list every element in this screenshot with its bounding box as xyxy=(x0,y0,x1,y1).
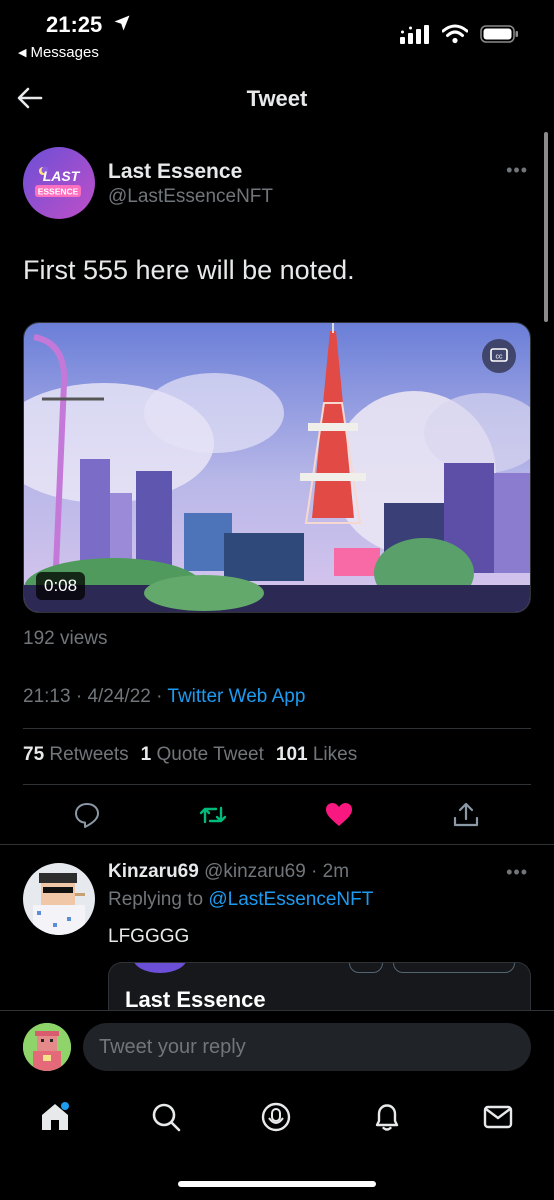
reply-more-options-icon[interactable]: ••• xyxy=(506,862,528,883)
reply-age: 2m xyxy=(322,861,350,882)
retweets-stat[interactable]: 75 Retweets xyxy=(23,744,129,766)
like-icon[interactable] xyxy=(324,800,354,830)
divider xyxy=(23,784,531,785)
retweet-icon[interactable] xyxy=(198,800,228,830)
meta-separator: · xyxy=(305,861,323,882)
search-icon[interactable] xyxy=(149,1100,183,1134)
status-time: 21:25 xyxy=(46,12,103,37)
likes-count: 101 xyxy=(275,744,308,765)
quoted-icon-button xyxy=(349,963,383,973)
quote-stat[interactable]: 1 Quote Tweet xyxy=(141,744,264,766)
top-nav: Tweet xyxy=(0,76,554,120)
reply-icon[interactable] xyxy=(72,800,102,830)
video-duration: 0:08 xyxy=(36,572,86,600)
reply-input[interactable] xyxy=(83,1023,531,1071)
location-arrow-icon xyxy=(114,15,130,31)
likes-label: Likes xyxy=(312,744,358,765)
likes-stat[interactable]: 101 Likes xyxy=(276,744,357,766)
reply-author-handle[interactable]: @kinzaru69 xyxy=(204,861,306,882)
tweet-text: First 555 here will be noted. xyxy=(23,255,355,285)
reply-author-name[interactable]: Kinzaru69 xyxy=(108,861,199,882)
retweets-count: 75 xyxy=(23,744,45,765)
share-icon[interactable] xyxy=(451,800,481,830)
meta-separator: · xyxy=(150,686,168,707)
tweet-actions xyxy=(0,796,554,836)
reply-header: Kinzaru69 @kinzaru69 · 2m xyxy=(108,861,349,883)
replying-to-mention[interactable]: @LastEssenceNFT xyxy=(208,889,373,910)
svg-text:cc: cc xyxy=(496,354,504,361)
quote-count: 1 xyxy=(140,744,152,765)
quoted-avatar xyxy=(133,963,187,973)
battery-icon xyxy=(480,25,518,43)
author-name[interactable]: Last Essence xyxy=(108,160,242,184)
home-icon[interactable] xyxy=(38,1100,72,1134)
wifi-icon xyxy=(442,24,468,44)
quoted-tweet-card[interactable]: Last Essence xyxy=(108,962,531,1014)
svg-text:ESSENCE: ESSENCE xyxy=(38,187,79,197)
replying-to: Replying to @LastEssenceNFT xyxy=(108,889,373,911)
quote-label: Quote Tweet xyxy=(156,744,264,765)
divider xyxy=(0,844,554,845)
closed-captions-button[interactable]: cc xyxy=(482,339,516,373)
reply-text: LFGGGG xyxy=(108,926,190,947)
tweet-time: 21:13 xyxy=(23,686,71,707)
view-count: 192 views xyxy=(23,628,108,649)
tweet-video[interactable]: cc 0:08 xyxy=(23,322,531,613)
back-app-label: Messages xyxy=(30,44,99,61)
messages-icon[interactable] xyxy=(481,1100,515,1134)
back-to-messages[interactable]: ◀ Messages xyxy=(18,44,99,61)
retweets-label: Retweets xyxy=(49,744,129,765)
pixel-avatar xyxy=(23,863,95,935)
video-thumbnail xyxy=(24,323,530,612)
replying-prefix: Replying to xyxy=(108,889,204,910)
engagement-stats: 75 Retweets 1 Quote Tweet 101 Likes xyxy=(23,744,357,766)
author-avatar[interactable]: LAST ESSENCE xyxy=(23,147,95,219)
spaces-icon[interactable] xyxy=(259,1100,293,1134)
my-avatar[interactable] xyxy=(23,1023,71,1071)
page-title: Tweet xyxy=(246,86,308,111)
divider xyxy=(23,728,531,729)
svg-text:LAST: LAST xyxy=(43,168,81,184)
more-options-icon[interactable]: ••• xyxy=(506,160,528,181)
cellular-signal-icon xyxy=(400,25,429,44)
scrollbar[interactable] xyxy=(544,132,548,322)
tweet-date: 4/24/22 xyxy=(87,686,151,707)
tweet-source-link[interactable]: Twitter Web App xyxy=(167,686,305,707)
last-essence-logo: LAST ESSENCE xyxy=(23,147,95,219)
back-triangle-icon: ◀ xyxy=(18,47,27,59)
home-indicator[interactable] xyxy=(178,1181,376,1187)
closed-captions-icon: cc xyxy=(490,348,508,362)
reply-avatar[interactable] xyxy=(23,863,95,935)
notifications-icon[interactable] xyxy=(370,1100,404,1134)
pixel-avatar xyxy=(23,1023,71,1071)
meta-separator: · xyxy=(70,686,88,707)
tweet-timestamp: 21:13 · 4/24/22 · Twitter Web App xyxy=(23,686,305,708)
reply-composer xyxy=(0,1010,554,1084)
author-handle[interactable]: @LastEssenceNFT xyxy=(108,186,273,208)
status-bar: 21:25 ◀ Messages xyxy=(0,0,554,70)
quoted-follow-button xyxy=(393,963,515,973)
